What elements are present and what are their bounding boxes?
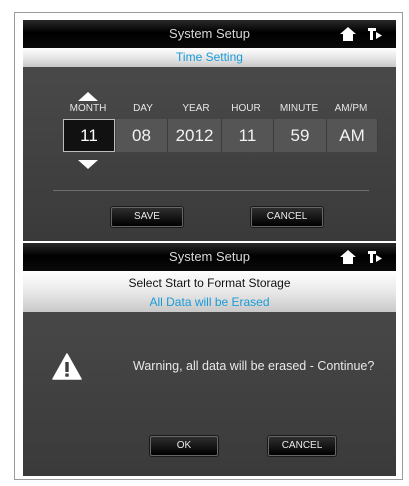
format-storage-header: Select Start to Format Storage All Data … (23, 271, 396, 312)
decrement-arrow-icon[interactable] (78, 160, 98, 169)
home-icon[interactable] (340, 27, 356, 41)
year-label: YEAR (182, 103, 210, 114)
minute-field[interactable]: 59 (274, 119, 327, 152)
hour-label: HOUR (231, 103, 261, 114)
format-instruction: Select Start to Format Storage (128, 276, 291, 290)
cancel-button[interactable]: CANCEL (268, 436, 336, 456)
month-field[interactable]: 11 (63, 119, 115, 152)
ampm-label: AM/PM (334, 103, 368, 114)
month-label: MONTH (69, 103, 107, 114)
save-button[interactable]: SAVE (111, 207, 183, 227)
ampm-field[interactable]: AM (327, 119, 378, 152)
minute-label: MINUTE (279, 103, 319, 114)
back-icon[interactable] (367, 27, 383, 41)
day-field[interactable]: 08 (116, 119, 168, 152)
cancel-button[interactable]: CANCEL (251, 207, 323, 227)
warning-message: Warning, all data will be erased - Conti… (133, 359, 375, 373)
warning-icon (52, 353, 82, 380)
titlebar-title: System Setup (169, 249, 250, 264)
home-icon[interactable] (340, 250, 356, 264)
time-setting-subtitle: Time Setting (23, 48, 396, 67)
format-notice: All Data will be Erased (149, 295, 270, 309)
titlebar-title: System Setup (169, 26, 250, 41)
day-label: DAY (133, 103, 153, 114)
titlebar: System Setup (23, 243, 396, 271)
increment-arrow-icon[interactable] (78, 92, 98, 101)
screenshot-frame: System Setup Time Setting MONTH DAY YEAR… (14, 12, 403, 480)
year-field[interactable]: 2012 (168, 119, 222, 152)
ok-button[interactable]: OK (150, 436, 218, 456)
back-icon[interactable] (367, 250, 383, 264)
hour-field[interactable]: 11 (222, 119, 274, 152)
format-storage-panel: System Setup Select Start to Format Stor… (23, 243, 396, 476)
time-setting-panel: System Setup Time Setting MONTH DAY YEAR… (23, 20, 396, 241)
titlebar: System Setup (23, 20, 396, 48)
divider (53, 190, 369, 191)
